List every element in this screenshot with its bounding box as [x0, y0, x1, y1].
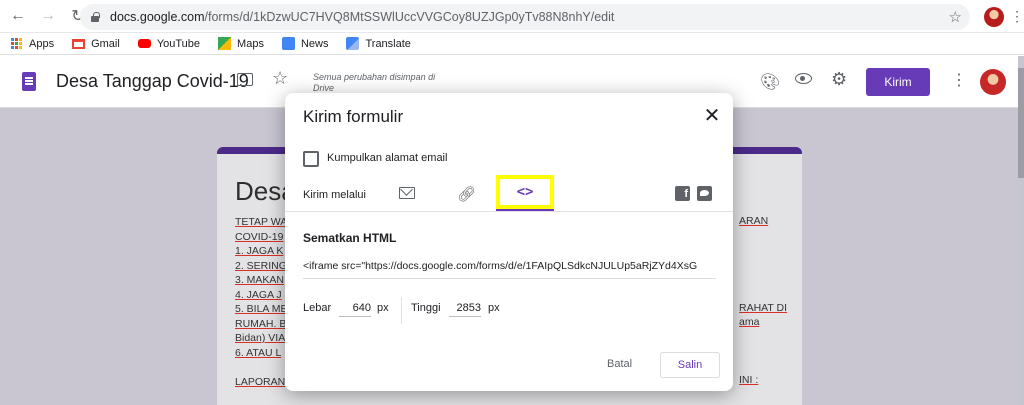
address-bar[interactable]: docs.google.com/forms/d/1kDzwUC7HVQ8MtSS…: [80, 4, 970, 30]
youtube-icon: [137, 39, 151, 48]
description-fragment: ARAN: [739, 215, 769, 227]
forward-button[interactable]: →: [36, 4, 60, 28]
bookmark-star-icon[interactable]: ☆: [949, 8, 962, 26]
bookmark-apps[interactable]: Apps: [10, 37, 54, 50]
bookmark-maps[interactable]: Maps: [218, 37, 264, 50]
send-button[interactable]: Kirim: [866, 68, 930, 96]
width-label: Lebar: [303, 302, 332, 314]
embed-section-title: Sematkan HTML: [303, 231, 397, 245]
link-tab-icon[interactable]: 🔗︎: [457, 185, 476, 203]
width-input[interactable]: 640: [339, 302, 371, 317]
gmail-icon: [72, 38, 86, 49]
email-tab-icon[interactable]: [399, 187, 415, 199]
dimension-separator: [401, 297, 402, 324]
bookmark-translate[interactable]: Translate: [346, 37, 411, 50]
bookmarks-bar: Apps Gmail YouTube Maps News Translate: [0, 33, 1024, 55]
back-button[interactable]: ←: [6, 4, 30, 28]
embed-html-tab[interactable]: <>: [496, 175, 554, 209]
collect-email-checkbox[interactable]: [303, 151, 319, 167]
bookmark-label: Gmail: [91, 37, 120, 50]
form-title[interactable]: Desa Tanggap Covid-19: [56, 71, 249, 92]
bookmark-label: Apps: [29, 37, 55, 50]
gear-icon[interactable]: ⚙: [831, 69, 847, 90]
browser-toolbar: ← → ↻ docs.google.com/forms/d/1kDzwUC7HV…: [0, 0, 1024, 33]
width-unit: px: [377, 302, 389, 314]
maps-icon: [218, 37, 232, 50]
copy-button[interactable]: Salin: [660, 352, 720, 378]
twitter-icon[interactable]: [697, 186, 712, 201]
star-icon[interactable]: ☆: [272, 68, 288, 89]
facebook-icon[interactable]: f: [675, 186, 690, 201]
height-input[interactable]: 2853: [449, 302, 481, 317]
news-icon: [281, 37, 295, 50]
embed-code-field[interactable]: <iframe src="https://docs.google.com/for…: [303, 260, 716, 279]
send-form-dialog: Kirim formulir ✕ Kumpulkan alamat email …: [285, 93, 733, 391]
lock-icon: [90, 12, 100, 22]
browser-menu-icon[interactable]: ⋮: [1010, 8, 1024, 25]
cancel-button[interactable]: Batal: [607, 358, 632, 370]
bookmark-label: News: [300, 37, 329, 50]
dialog-title: Kirim formulir: [303, 107, 404, 126]
url-host: docs.google.com: [110, 10, 205, 24]
bookmark-news[interactable]: News: [281, 37, 329, 50]
save-status: Semua perubahan disimpan di Drive: [313, 72, 436, 93]
browser-profile-avatar[interactable]: [984, 7, 1004, 27]
send-via-label: Kirim melalui: [303, 189, 366, 201]
forms-logo-icon[interactable]: [22, 72, 36, 91]
preview-eye-icon[interactable]: [795, 73, 812, 84]
url-path: /forms/d/1kDzwUC7HVQ8MtSSWlUccVVGCoy8UZJ…: [204, 10, 615, 24]
palette-icon[interactable]: 🎨︎: [760, 72, 780, 92]
height-unit: px: [488, 302, 500, 314]
apps-grid-icon: [10, 37, 23, 50]
page-scrollbar-thumb[interactable]: [1018, 68, 1024, 178]
bookmark-label: Translate: [365, 37, 411, 50]
description-fragment: ama: [739, 316, 760, 328]
bookmark-gmail[interactable]: Gmail: [72, 38, 120, 50]
bookmark-label: YouTube: [156, 37, 201, 50]
tab-divider: [285, 211, 733, 212]
height-label: Tinggi: [411, 302, 441, 314]
more-vert-icon[interactable]: ⋮: [951, 70, 967, 90]
bookmark-youtube[interactable]: YouTube: [137, 37, 201, 50]
avatar[interactable]: [980, 69, 1006, 95]
close-icon[interactable]: ✕: [701, 104, 723, 127]
bookmark-label: Maps: [237, 37, 264, 50]
collect-email-label[interactable]: Kumpulkan alamat email: [327, 152, 447, 164]
folder-icon[interactable]: [237, 73, 253, 86]
translate-icon: [346, 37, 360, 50]
description-fragment: RAHAT DI: [739, 302, 788, 314]
description-fragment: INI :: [739, 374, 759, 386]
